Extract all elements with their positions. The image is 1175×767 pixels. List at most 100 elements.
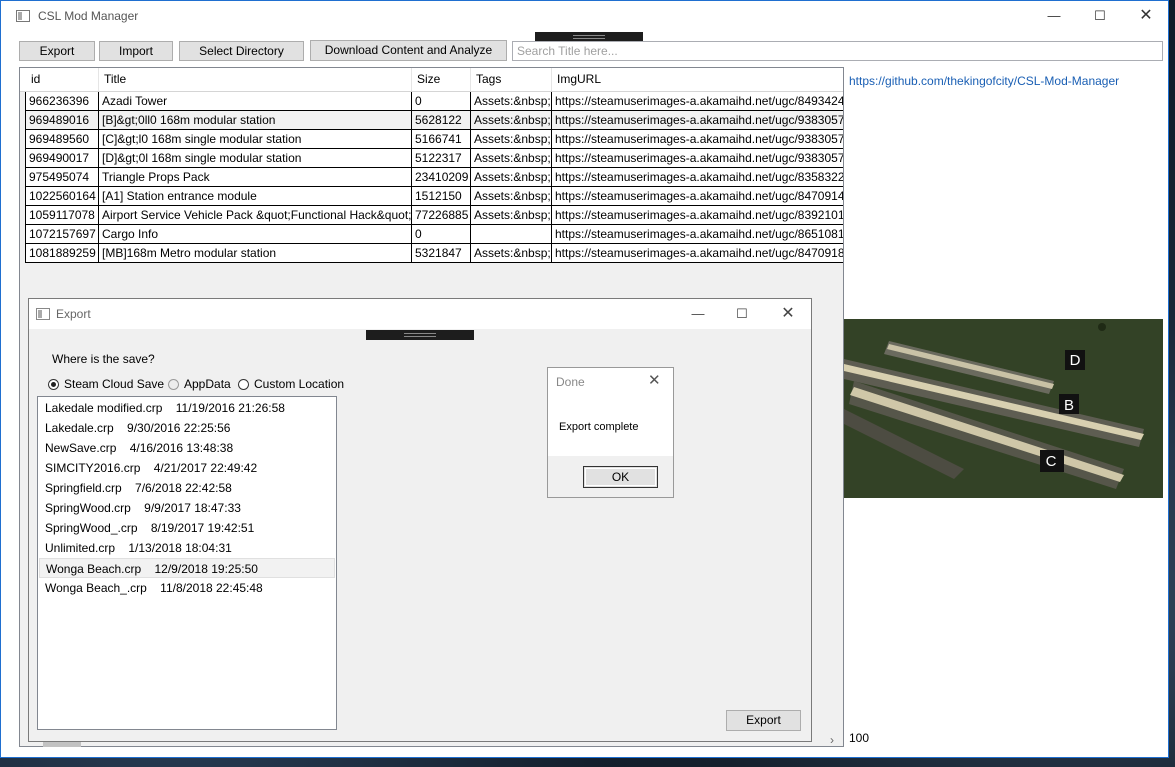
list-item[interactable]: SIMCITY2016.crp 4/21/2017 22:49:42 [39,458,335,478]
cell-tags[interactable]: Assets:&nbsp; [471,130,552,148]
radio-steam-cloud-save[interactable]: Steam Cloud Save [48,377,164,391]
dialog-minimize-button[interactable]: — [675,299,721,329]
cell-size[interactable]: 5122317 [412,149,471,167]
cell-title[interactable]: Cargo Info [99,225,412,243]
cell-size[interactable]: 23410209 [412,168,471,186]
radio-custom-location[interactable]: Custom Location [238,377,344,391]
cell-id[interactable]: 1022560164 [25,187,99,205]
list-item[interactable]: SpringWood.crp 9/9/2017 18:47:33 [39,498,335,518]
table-row[interactable]: 966236396 Azadi Tower 0 Assets:&nbsp; https:… [25,92,843,111]
column-header-id[interactable]: id [26,68,99,91]
table-row[interactable]: 1072157697 Cargo Info 0 https://steamuserim… [25,225,843,244]
cell-size[interactable]: 0 [412,92,471,110]
done-message: Export complete [559,421,639,433]
cell-size[interactable]: 5166741 [412,130,471,148]
cell-img[interactable]: https://steamuserimages-a.akamaihd.net/u… [552,92,843,110]
list-item[interactable]: NewSave.crp 4/16/2016 13:48:38 [39,438,335,458]
cell-id[interactable]: 1059117078 [25,206,99,224]
table-row[interactable]: 1022560164 [A1] Station entrance module 15… [25,187,843,206]
table-row[interactable]: 1081889259 [MB]168m Metro modular station… [25,244,843,263]
cell-tags[interactable]: Assets:&nbsp; [471,187,552,205]
radio-label: AppData [184,377,231,391]
cell-title[interactable]: [B]&gt;0ll0 168m modular station [99,111,412,129]
cell-img[interactable]: https://steamuserimages-a.akamaihd.net/u… [552,225,843,243]
cell-tags[interactable]: Assets:&nbsp; [471,111,552,129]
table-row[interactable]: 969489560 [C]&gt;l0 168m single modular s… [25,130,843,149]
cell-size[interactable]: 77226885 [412,206,471,224]
cell-size[interactable]: 0 [412,225,471,243]
list-item[interactable]: Springfield.crp 7/6/2018 22:42:58 [39,478,335,498]
cell-id[interactable]: 969490017 [25,149,99,167]
column-header-imgurl[interactable]: ImgURL [552,68,843,91]
list-item[interactable]: Unlimited.crp 1/13/2018 18:04:31 [39,538,335,558]
cell-img[interactable]: https://steamuserimages-a.akamaihd.net/u… [552,206,843,224]
list-item[interactable]: Wonga Beach_.crp 11/8/2018 22:45:48 [39,578,335,598]
cell-id[interactable]: 966236396 [25,92,99,110]
github-link[interactable]: https://github.com/thekingofcity/CSL-Mod… [849,74,1119,88]
cell-img[interactable]: https://steamuserimages-a.akamaihd.net/u… [552,149,843,167]
cell-tags[interactable]: Assets:&nbsp; [471,149,552,167]
table-row[interactable]: 969490017 [D]&gt;0l 168m single modular s… [25,149,843,168]
search-input[interactable] [512,41,1163,61]
cell-id[interactable]: 1081889259 [25,244,99,262]
scroll-right-icon[interactable]: › [830,733,834,747]
minimize-button[interactable]: — [1031,1,1077,31]
dialog-drag-handle[interactable] [366,330,474,340]
close-button[interactable]: ✕ [1123,1,1169,31]
maximize-button[interactable]: ☐ [1077,1,1123,31]
list-item[interactable]: Wonga Beach.crp 12/9/2018 19:25:50 [39,558,335,578]
radio-disabled-icon [168,378,179,390]
cell-size[interactable]: 5628122 [412,111,471,129]
grid-header: id Title Size Tags ImgURL [20,68,843,92]
cell-size[interactable]: 5321847 [412,244,471,262]
cell-size[interactable]: 1512150 [412,187,471,205]
cell-img[interactable]: https://steamuserimages-a.akamaihd.net/u… [552,111,843,129]
dialog-maximize-button[interactable]: ☐ [719,299,765,329]
cell-id[interactable]: 969489560 [25,130,99,148]
cell-id[interactable]: 969489016 [25,111,99,129]
table-row[interactable]: 969489016 [B]&gt;0ll0 168m modular statio… [25,111,843,130]
cell-tags[interactable]: Assets:&nbsp; [471,92,552,110]
cell-title[interactable]: Airport Service Vehicle Pack &quot;Funct… [99,206,412,224]
export-button[interactable]: Export [19,41,95,61]
select-directory-button[interactable]: Select Directory [179,41,304,61]
ok-button[interactable]: OK [583,466,658,488]
cell-img[interactable]: https://steamuserimages-a.akamaihd.net/u… [552,187,843,205]
cell-title[interactable]: [MB]168m Metro modular station [99,244,412,262]
cell-title[interactable]: [D]&gt;0l 168m single modular station [99,149,412,167]
cell-img[interactable]: https://steamuserimages-a.akamaihd.net/u… [552,168,843,186]
done-close-icon[interactable]: ✕ [648,371,661,389]
list-item[interactable]: Lakedale modified.crp 11/19/2016 21:26:5… [39,398,335,418]
cell-id[interactable]: 1072157697 [25,225,99,243]
cell-tags[interactable]: Assets:&nbsp; [471,244,552,262]
table-row[interactable]: 1059117078 Airport Service Vehicle Pack &… [25,206,843,225]
cell-tags[interactable]: Assets:&nbsp; [471,168,552,186]
done-title: Done [556,375,585,389]
export-dialog-title-bar[interactable]: Export — ☐ ✕ [29,299,811,329]
cell-id[interactable]: 975495074 [25,168,99,186]
import-button[interactable]: Import [99,41,173,61]
cell-img[interactable]: https://steamuserimages-a.akamaihd.net/u… [552,244,843,262]
radio-label: Custom Location [254,377,345,391]
column-header-title[interactable]: Title [99,68,412,91]
cell-title[interactable]: [C]&gt;l0 168m single modular station [99,130,412,148]
download-analyze-button[interactable]: Download Content and Analyze [310,40,507,61]
cell-title[interactable]: Azadi Tower [99,92,412,110]
dialog-export-button[interactable]: Export [726,710,801,731]
export-dialog: Export — ☐ ✕ Where is the save? Steam Cl… [28,298,812,742]
cell-tags[interactable] [471,225,552,243]
radio-appdata[interactable]: AppData [168,377,231,391]
cell-img[interactable]: https://steamuserimages-a.akamaihd.net/u… [552,130,843,148]
column-header-size[interactable]: Size [412,68,471,91]
dialog-close-button[interactable]: ✕ [765,299,811,329]
save-file-list[interactable]: Lakedale modified.crp 11/19/2016 21:26:5… [37,396,337,730]
cell-title[interactable]: [A1] Station entrance module [99,187,412,205]
list-item[interactable]: Lakedale.crp 9/30/2016 22:25:56 [39,418,335,438]
cell-title[interactable]: Triangle Props Pack [99,168,412,186]
table-row[interactable]: 975495074 Triangle Props Pack 23410209 Asse… [25,168,843,187]
window-title: CSL Mod Manager [38,9,139,23]
column-header-tags[interactable]: Tags [471,68,552,91]
cell-tags[interactable]: Assets:&nbsp; [471,206,552,224]
title-bar[interactable]: CSL Mod Manager — ☐ ✕ [1,1,1168,31]
list-item[interactable]: SpringWood_.crp 8/19/2017 19:42:51 [39,518,335,538]
